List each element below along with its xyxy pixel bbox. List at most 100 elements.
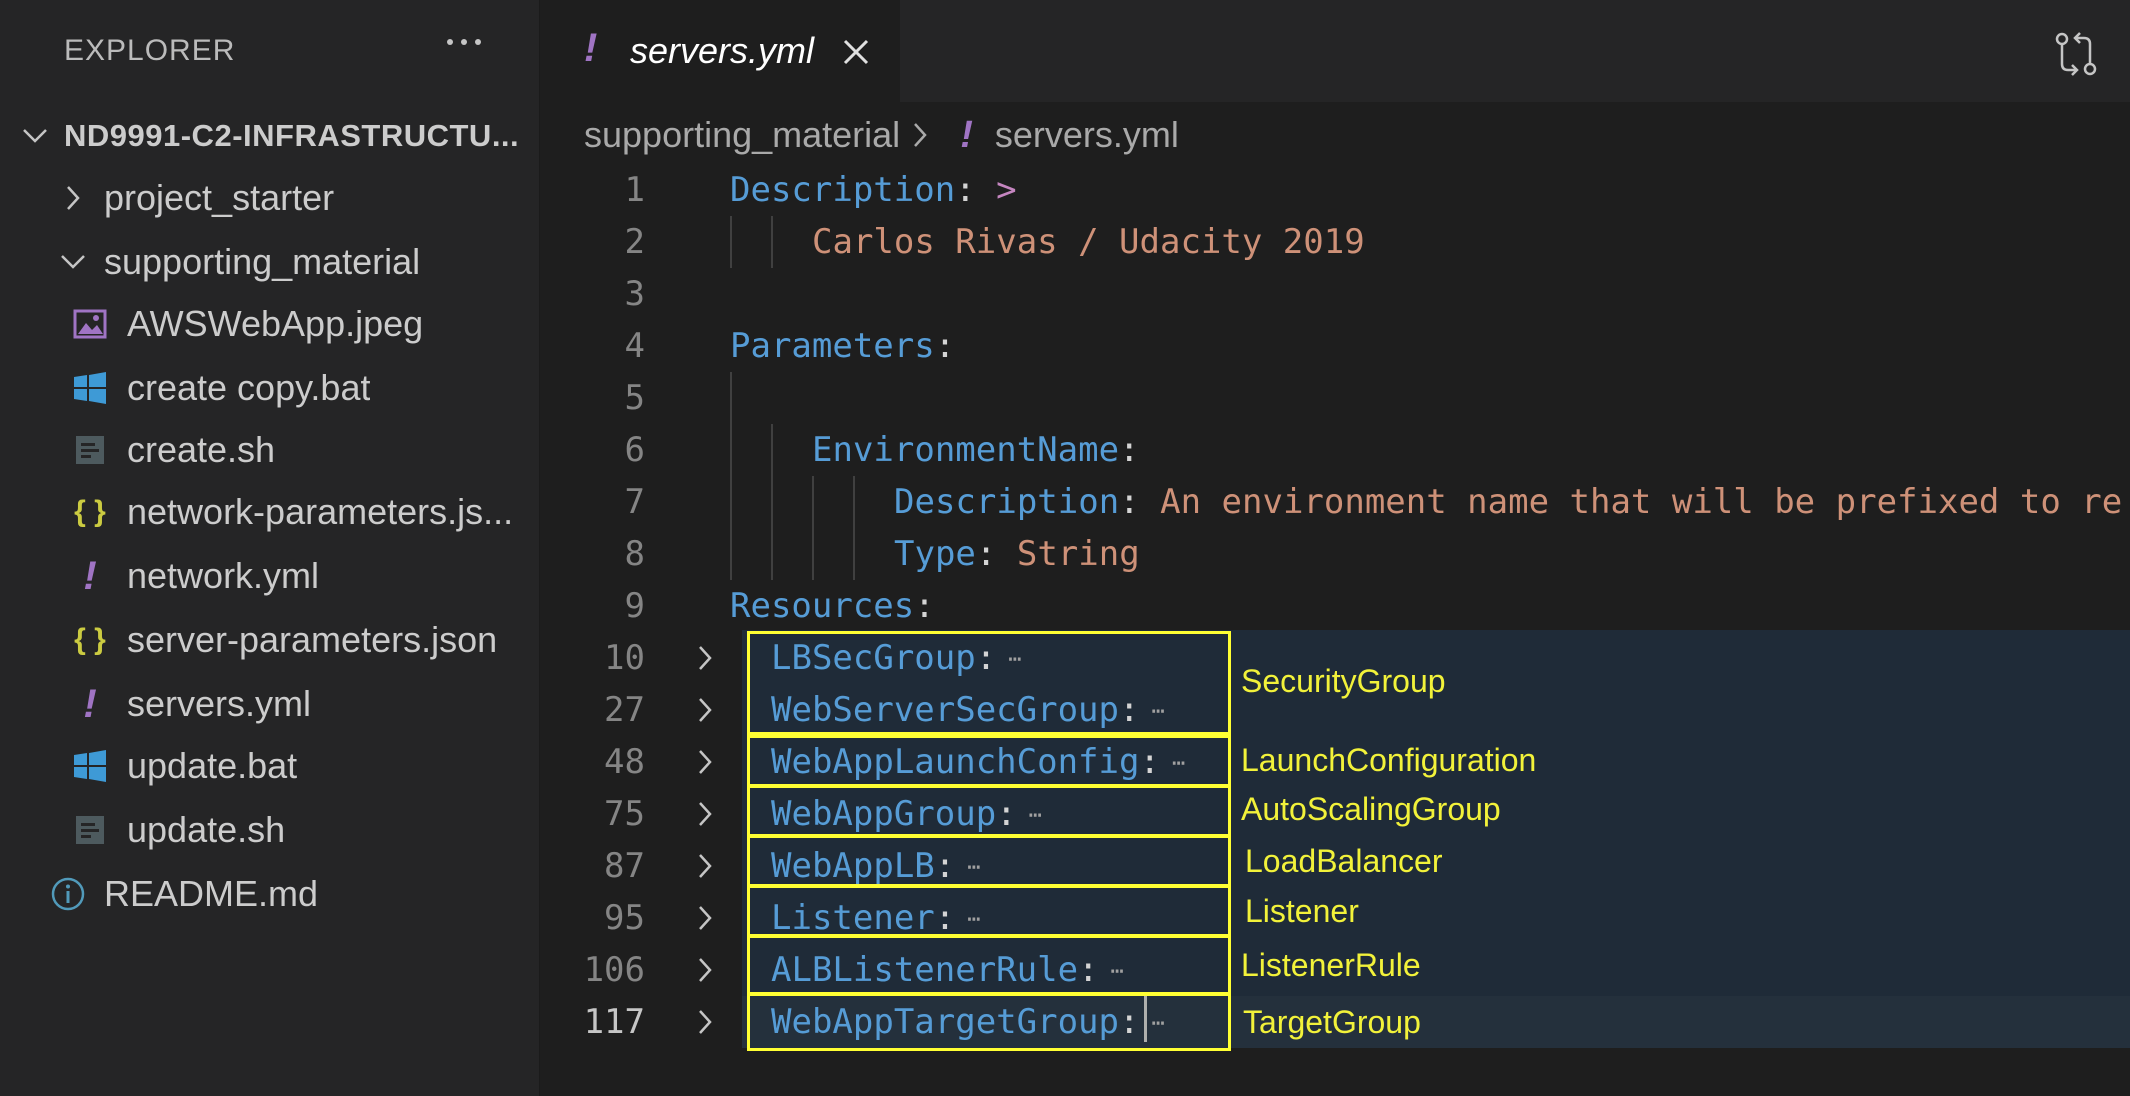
chevron-down-icon [20, 106, 50, 166]
chevron-right-icon[interactable] [690, 944, 720, 996]
annotation-box-autoscaling-group [747, 785, 1231, 837]
indent-guide [853, 528, 855, 580]
annotation-box-listener [747, 885, 1231, 937]
indent-guide [771, 528, 773, 580]
tree-item-label: network-parameters.js... [127, 491, 514, 532]
line-number: 3 [624, 274, 645, 314]
code-line: 6 EnvironmentName: [540, 424, 2130, 476]
yaml-key: Description [730, 170, 956, 210]
yaml-string: String [1016, 534, 1140, 574]
info-icon [48, 864, 88, 924]
chevron-right-icon[interactable] [690, 736, 720, 788]
chevron-down-icon [58, 232, 88, 292]
annotation-box-target-group [747, 993, 1231, 1051]
more-actions-icon[interactable] [440, 22, 488, 62]
annotation-label: LaunchConfiguration [1241, 742, 1537, 778]
chevron-right-icon[interactable] [690, 788, 720, 840]
chevron-right-icon[interactable] [690, 840, 720, 892]
chevron-right-icon[interactable] [690, 996, 720, 1048]
tree-item-project-starter[interactable]: project_starter [0, 168, 540, 228]
line-number: 5 [624, 378, 645, 418]
windows-file-icon [70, 358, 110, 418]
indent-guide [812, 476, 814, 528]
indent-guide [730, 476, 732, 528]
yaml-key: Parameters [730, 326, 935, 366]
indent-guide [730, 424, 732, 476]
annotation-label: Listener [1245, 893, 1359, 929]
breadcrumb-file[interactable]: servers.yml [995, 114, 1179, 156]
annotation-label: ListenerRule [1241, 947, 1421, 983]
image-file-icon [70, 294, 110, 354]
indent-guide [853, 476, 855, 528]
yaml-key: Resources [730, 586, 915, 626]
tree-item-readme-md[interactable]: README.md [0, 864, 540, 924]
colon: : [914, 586, 935, 626]
json-file-icon: { } [74, 623, 106, 656]
indent-guide [730, 216, 732, 268]
tree-item-awswebapp-jpeg[interactable]: AWSWebApp.jpeg [0, 294, 540, 354]
json-file-icon: { } [74, 495, 106, 528]
windows-file-icon [70, 736, 110, 796]
line-number: 27 [604, 690, 645, 730]
tree-item-label: project_starter [104, 177, 335, 218]
annotation-label: SecurityGroup [1241, 663, 1446, 699]
line-number: 87 [604, 846, 645, 886]
tree-item-update-sh[interactable]: update.sh [0, 800, 540, 860]
compare-changes-icon[interactable] [2052, 30, 2100, 78]
code-line: 8 Type: String [540, 528, 2130, 580]
tree-item-label: update.bat [127, 745, 298, 786]
yaml-string: Carlos Rivas / Udacity 2019 [812, 222, 1365, 262]
breadcrumb: supporting_material ! servers.yml [584, 110, 1179, 160]
tree-item-label: create.sh [127, 429, 276, 470]
annotation-label: TargetGroup [1243, 1004, 1421, 1040]
tree-item-label: supporting_material [104, 241, 421, 282]
tree-item-network-parameters-json[interactable]: { } network-parameters.js... [0, 482, 540, 542]
chevron-right-icon[interactable] [690, 632, 720, 684]
tree-item-update-bat[interactable]: update.bat [0, 736, 540, 796]
indent-guide [771, 476, 773, 528]
tab-label: servers.yml [630, 30, 815, 71]
tree-item-create-copy-bat[interactable]: create copy.bat [0, 358, 540, 418]
breadcrumb-folder[interactable]: supporting_material [584, 114, 900, 156]
tree-item-supporting-material[interactable]: supporting_material [0, 232, 540, 292]
yaml-file-icon: ! [83, 553, 97, 598]
tree-item-network-yml[interactable]: ! network.yml [0, 546, 540, 606]
line-number: 1 [624, 170, 645, 210]
tree-item-server-parameters-json[interactable]: { } server-parameters.json [0, 610, 540, 670]
line-number: 6 [624, 430, 645, 470]
yaml-key: Type [894, 534, 976, 574]
annotation-box-listener-rule [747, 935, 1231, 995]
tree-item-create-sh[interactable]: create.sh [0, 420, 540, 480]
yaml-string: An environment name that will be prefixe… [1160, 482, 2123, 522]
colon: : [1119, 482, 1161, 522]
yaml-file-icon: ! [83, 681, 97, 726]
explorer-sidebar: EXPLORER ND9991-C2-INFRASTRUCTU... proje… [0, 0, 540, 1096]
annotation-label: LoadBalancer [1245, 843, 1443, 879]
colon: : [975, 534, 1017, 574]
yaml-key: EnvironmentName [812, 430, 1120, 470]
shell-file-icon [70, 420, 110, 480]
tree-item-servers-yml[interactable]: ! servers.yml [0, 674, 540, 734]
line-number: 9 [624, 586, 645, 626]
tab-servers-yml[interactable]: ! servers.yml [540, 0, 900, 102]
colon: : [1119, 430, 1140, 470]
indent-guide [812, 528, 814, 580]
line-number: 75 [604, 794, 645, 834]
line-number: 2 [624, 222, 645, 262]
block-operator: > [975, 170, 1017, 210]
annotation-label: AutoScalingGroup [1241, 791, 1501, 827]
chevron-right-icon [912, 122, 928, 148]
line-number: 106 [583, 950, 645, 990]
yaml-key: Description [894, 482, 1120, 522]
line-number: 10 [604, 638, 645, 678]
close-icon[interactable] [840, 36, 872, 68]
workspace-root-folder[interactable]: ND9991-C2-INFRASTRUCTU... [0, 106, 540, 166]
chevron-right-icon[interactable] [690, 892, 720, 944]
line-number: 7 [624, 482, 645, 522]
explorer-title: EXPLORER [64, 34, 236, 67]
colon: : [955, 170, 976, 210]
editor-tabs-bar: ! servers.yml [540, 0, 2130, 102]
tree-item-label: servers.yml [127, 683, 312, 724]
code-line: 9 Resources: [540, 580, 2130, 632]
chevron-right-icon[interactable] [690, 684, 720, 736]
